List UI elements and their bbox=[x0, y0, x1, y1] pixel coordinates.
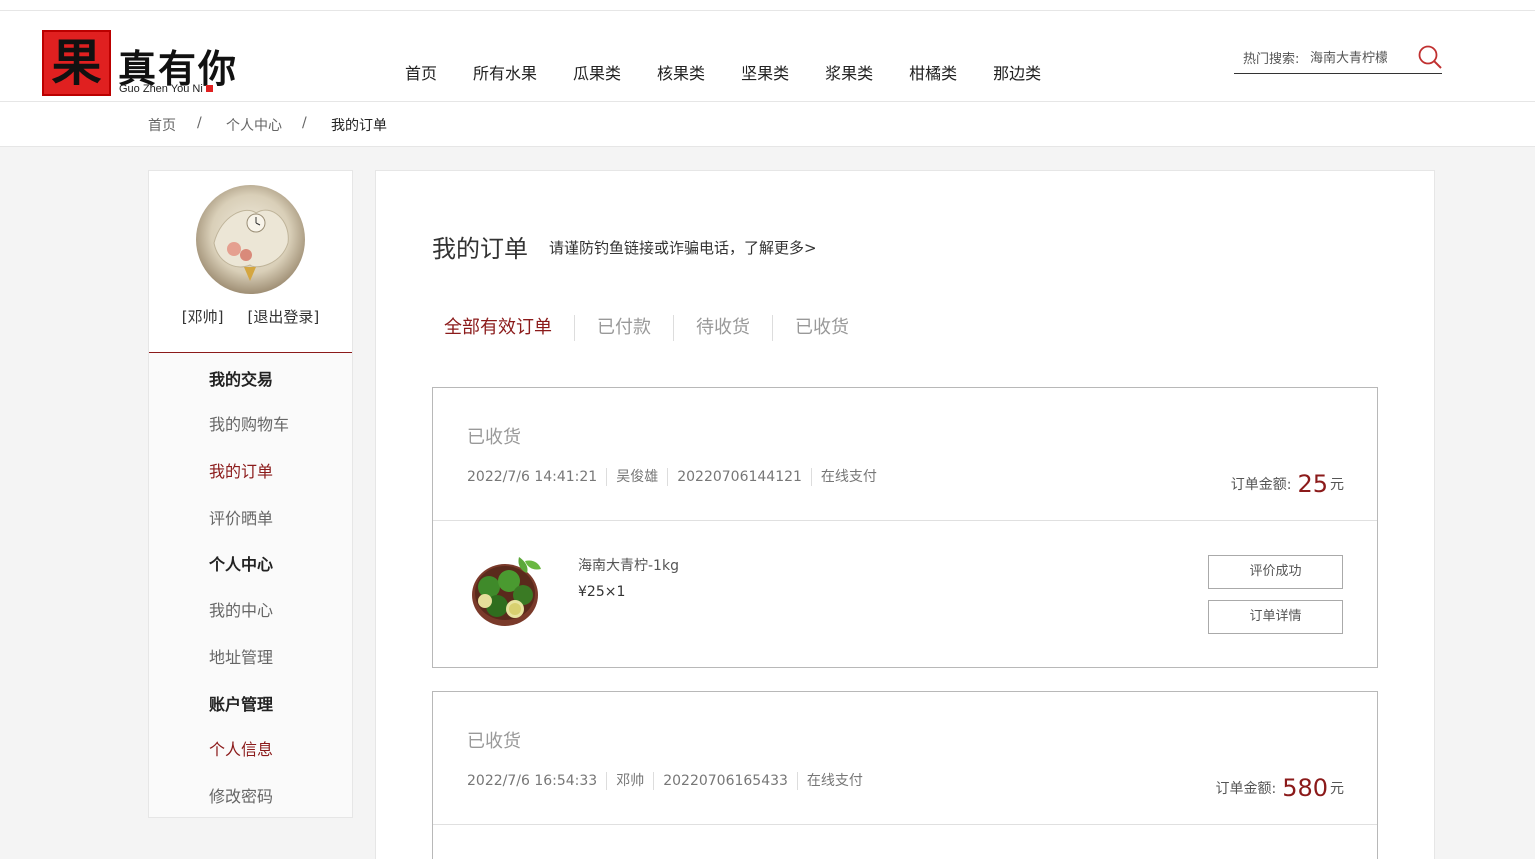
breadcrumb: 首页 / 个人中心 / 我的订单 bbox=[0, 102, 1535, 147]
tab-received[interactable]: 已收货 bbox=[772, 315, 871, 341]
order-number: 20220706144121 bbox=[667, 468, 811, 486]
tab-pending-receipt[interactable]: 待收货 bbox=[673, 315, 772, 341]
breadcrumb-home[interactable]: 首页 bbox=[148, 115, 176, 135]
menu-item-my-center[interactable]: 我的中心 bbox=[209, 597, 273, 621]
search-box: 热门搜索: bbox=[1234, 43, 1442, 74]
nav-nuts[interactable]: 坚果类 bbox=[741, 62, 789, 86]
order-header: 已收货 2022/7/6 14:41:21 吴俊雄 20220706144121… bbox=[433, 388, 1377, 521]
site-logo[interactable]: 果 真有你 Guo Zhen You Ni bbox=[42, 30, 252, 100]
tab-all-valid[interactable]: 全部有效订单 bbox=[432, 315, 574, 341]
logo-mark: 果 bbox=[42, 30, 111, 96]
main-nav: 首页 所有水果 瓜果类 核果类 坚果类 浆果类 柑橘类 那边类 bbox=[405, 62, 1077, 86]
order-payment: 在线支付 bbox=[810, 468, 886, 486]
order-header: 已收货 2022/7/6 16:54:33 邓帅 20220706165433 … bbox=[433, 692, 1377, 825]
logo-dot bbox=[205, 85, 213, 92]
order-time: 2022/7/6 16:54:33 bbox=[467, 773, 598, 789]
order-number: 20220706165433 bbox=[653, 772, 797, 790]
order-amount-unit: 元 bbox=[1330, 477, 1344, 493]
order-amount-value: 25 bbox=[1297, 470, 1328, 498]
order-meta: 2022/7/6 16:54:33 邓帅 20220706165433 在线支付 bbox=[467, 772, 872, 790]
order-meta: 2022/7/6 14:41:21 吴俊雄 20220706144121 在线支… bbox=[467, 468, 886, 486]
order-card: 已收货 2022/7/6 14:41:21 吴俊雄 20220706144121… bbox=[432, 387, 1378, 668]
logo-subtitle-text: Guo Zhen You Ni bbox=[119, 83, 203, 95]
order-amount: 订单金额: 25 元 bbox=[1231, 470, 1344, 498]
order-status: 已收货 bbox=[467, 731, 521, 752]
review-status-button[interactable]: 评价成功 bbox=[1208, 555, 1343, 589]
search-input[interactable] bbox=[1310, 46, 1387, 66]
logo-subtitle: Guo Zhen You Ni bbox=[119, 83, 213, 95]
search-label: 热门搜索: bbox=[1243, 52, 1300, 67]
search-icon[interactable] bbox=[1417, 44, 1443, 70]
page-title: 我的订单 bbox=[432, 235, 528, 263]
menu-group-account: 账户管理 bbox=[209, 695, 274, 714]
header: 果 真有你 Guo Zhen You Ni 首页 所有水果 瓜果类 核果类 坚果… bbox=[0, 11, 1535, 102]
breadcrumb-current: 我的订单 bbox=[331, 118, 387, 134]
order-status: 已收货 bbox=[467, 427, 521, 448]
order-card: 已收货 2022/7/6 16:54:33 邓帅 20220706165433 … bbox=[432, 691, 1378, 859]
logout-link[interactable]: [退出登录] bbox=[248, 308, 320, 326]
order-amount-value: 580 bbox=[1282, 774, 1328, 802]
menu-item-profile[interactable]: 个人信息 bbox=[209, 736, 273, 760]
menu-item-password[interactable]: 修改密码 bbox=[209, 783, 273, 807]
order-time: 2022/7/6 14:41:21 bbox=[467, 469, 598, 485]
order-buyer: 吴俊雄 bbox=[606, 468, 667, 486]
avatar[interactable] bbox=[196, 185, 305, 294]
nav-drupes[interactable]: 核果类 bbox=[657, 62, 705, 86]
logo-char: 果 bbox=[51, 33, 102, 92]
order-amount-label: 订单金额: bbox=[1230, 477, 1292, 493]
order-payment: 在线支付 bbox=[796, 772, 872, 790]
top-strip bbox=[0, 0, 1535, 11]
breadcrumb-center[interactable]: 个人中心 bbox=[226, 115, 282, 135]
breadcrumb-separator: / bbox=[302, 115, 307, 131]
menu-item-orders[interactable]: 我的订单 bbox=[209, 458, 273, 482]
nav-all-fruits[interactable]: 所有水果 bbox=[473, 62, 537, 86]
nav-home[interactable]: 首页 bbox=[405, 62, 437, 86]
main-panel: 我的订单 请谨防钓鱼链接或诈骗电话，了解更多> 全部有效订单 已付款 待收货 已… bbox=[375, 170, 1435, 859]
username-link[interactable]: [邓帅] bbox=[182, 308, 224, 326]
menu-item-cart[interactable]: 我的购物车 bbox=[209, 411, 289, 435]
order-amount-unit: 元 bbox=[1330, 781, 1344, 797]
menu-group-center: 个人中心 bbox=[209, 555, 274, 574]
tab-paid[interactable]: 已付款 bbox=[574, 315, 673, 341]
security-tip-link[interactable]: 请谨防钓鱼链接或诈骗电话，了解更多> bbox=[549, 237, 817, 258]
order-amount: 订单金额: 580 元 bbox=[1215, 774, 1344, 802]
menu-item-address[interactable]: 地址管理 bbox=[209, 644, 273, 668]
sidebar: [邓帅] [退出登录] 我的交易 我的购物车 我的订单 评价晒单 个人中心 我的中… bbox=[148, 170, 353, 818]
order-item: 海南大青柠-1kg ¥25×1 评价成功 订单详情 bbox=[433, 521, 1377, 667]
user-panel: [邓帅] [退出登录] bbox=[149, 171, 352, 353]
order-tabs: 全部有效订单 已付款 待收货 已收货 bbox=[432, 315, 871, 341]
order-buyer: 邓帅 bbox=[606, 772, 653, 790]
nav-berries[interactable]: 浆果类 bbox=[825, 62, 873, 86]
user-links: [邓帅] [退出登录] bbox=[149, 306, 352, 327]
breadcrumb-separator: / bbox=[197, 115, 202, 131]
order-amount-label: 订单金额: bbox=[1215, 781, 1277, 797]
nav-melons[interactable]: 瓜果类 bbox=[573, 62, 621, 86]
nav-citrus[interactable]: 柑橘类 bbox=[909, 62, 957, 86]
product-thumbnail[interactable] bbox=[467, 551, 549, 633]
product-price: ¥25×1 bbox=[578, 584, 626, 600]
menu-item-review[interactable]: 评价晒单 bbox=[209, 505, 273, 529]
product-name[interactable]: 海南大青柠-1kg bbox=[578, 555, 679, 575]
nav-other[interactable]: 那边类 bbox=[993, 62, 1041, 86]
order-detail-button[interactable]: 订单详情 bbox=[1208, 600, 1343, 634]
menu-group-trade: 我的交易 bbox=[209, 370, 274, 389]
